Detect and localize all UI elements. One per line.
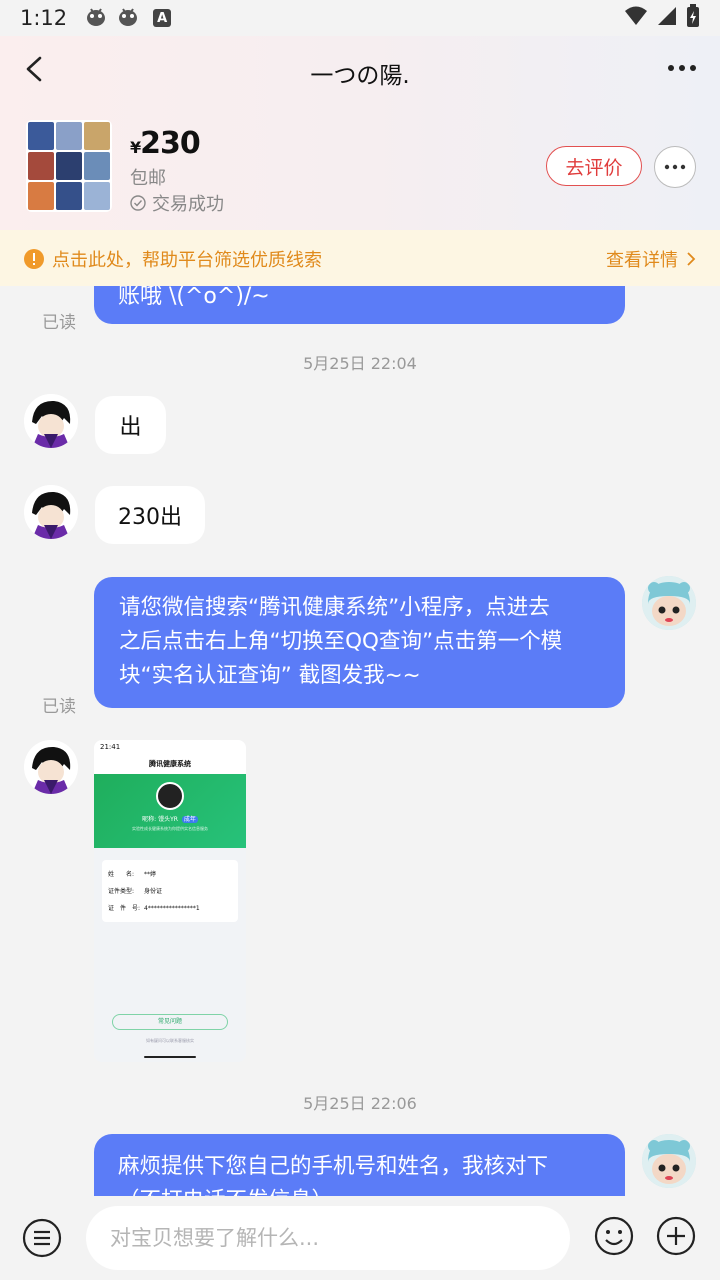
message-input[interactable] (86, 1206, 570, 1270)
message-text: 230出 (118, 505, 182, 530)
message-bubble-in[interactable]: 230出 (95, 486, 205, 544)
more-icon[interactable] (666, 58, 698, 78)
image-home-indicator (144, 1056, 196, 1058)
image-title: 腾讯健康系统 (149, 760, 191, 768)
message-line: 之后点击右上角“切换至QQ查询”点击第一个模 (119, 629, 563, 654)
image-nickname: 昵称: 馒头YR 成年 (142, 816, 198, 823)
image-message[interactable]: 21:41 腾讯健康系统 昵称: 馒头YR 成年 实验性成长健康系统为你提供实名… (94, 740, 246, 1062)
status-time: 1:12 (20, 6, 68, 30)
chevron-right-icon (687, 252, 696, 266)
message-text: 账哦 \(^o^)/~ (118, 286, 270, 309)
message-bubble-out[interactable]: 麻烦提供下您自己的手机号和姓名，我核对下 （不打电话不发信息） (94, 1134, 625, 1196)
deal-status: 交易成功 (130, 190, 224, 216)
avatar[interactable] (24, 394, 78, 448)
nav-bar: 一つの陽. (0, 36, 720, 102)
image-time: 21:41 (100, 743, 121, 751)
rate-button[interactable]: 去评价 (546, 146, 642, 186)
notice-text: 点击此处，帮助平台筛选优质线索 (52, 250, 322, 271)
read-status: 已读 (42, 313, 76, 333)
timestamp: 5月25日 22:04 (303, 354, 417, 373)
notice-detail-link[interactable]: 查看详情 (606, 246, 696, 272)
warning-icon (24, 249, 44, 269)
avatar[interactable] (642, 1134, 696, 1188)
message-text: 出 (119, 415, 142, 440)
battery-icon (686, 4, 700, 32)
image-faq-button: 常见问题 (112, 1014, 228, 1030)
emoji-icon[interactable] (594, 1216, 634, 1256)
goods-price: ¥230 (130, 126, 201, 161)
image-info-card: 姓 名: **婷 证件类型: 身份证 证 件 号: 4****************… (102, 860, 238, 922)
page-title: 一つの陽. (310, 63, 410, 89)
image-status-bar: 21:41 (94, 740, 246, 754)
avatar[interactable] (642, 576, 696, 630)
message-bubble-in[interactable]: 出 (95, 396, 166, 454)
image-footer: 如有疑问可以联系客服核实 (146, 1038, 194, 1043)
notice-bar[interactable]: 点击此处，帮助平台筛选优质线索 查看详情 (0, 230, 720, 286)
image-avatar (156, 782, 184, 810)
message-line: 请您微信搜索“腾讯健康系统”小程序，点进去 (119, 595, 550, 620)
wifi-icon (624, 5, 648, 31)
keyboard-a-icon: A (153, 9, 172, 27)
avatar[interactable] (24, 485, 78, 539)
status-bar: 1:12 A (0, 0, 720, 36)
message-line: （不打电话不发信息） (118, 1184, 601, 1196)
bug-icon (85, 5, 107, 31)
image-title-bar: 腾讯健康系统 (94, 754, 246, 774)
image-row: 证件类型: 身份证 (108, 888, 163, 895)
goods-thumbnail[interactable] (26, 120, 112, 212)
check-circle-icon (130, 195, 146, 211)
image-row: 证 件 号: 4****************1 (108, 905, 200, 912)
image-row: 姓 名: **婷 (108, 871, 157, 878)
more-icon (664, 164, 686, 170)
goods-card[interactable]: ¥230 包邮 交易成功 去评价 (0, 102, 720, 230)
notice-link-label: 查看详情 (606, 250, 678, 271)
input-bar (0, 1196, 720, 1280)
avatar[interactable] (24, 740, 78, 794)
message-line: 块“实名认证查询” 截图发我~~ (119, 663, 421, 688)
goods-more-button[interactable] (654, 146, 696, 188)
bug-icon (117, 5, 139, 31)
plus-icon[interactable] (656, 1216, 696, 1256)
message-line: 麻烦提供下您自己的手机号和姓名，我核对下 (118, 1154, 549, 1179)
message-bubble-out[interactable]: 账哦 \(^o^)/~ (94, 286, 625, 324)
chat-list[interactable]: 账哦 \(^o^)/~ 已读 5月25日 22:04 出 230出 请您微信搜索… (0, 286, 720, 1196)
image-banner: 昵称: 馒头YR 成年 实验性成长健康系统为你提供实名信息服务 (94, 774, 246, 848)
deal-status-text: 交易成功 (152, 194, 224, 215)
timestamp: 5月25日 22:06 (303, 1094, 417, 1113)
conversation-header: 一つの陽. ¥230 包邮 交易成功 去评价 (0, 36, 720, 230)
shipping-label: 包邮 (130, 168, 166, 189)
menu-icon[interactable] (22, 1218, 62, 1258)
signal-icon (656, 5, 678, 31)
read-status: 已读 (42, 697, 76, 717)
image-subtitle: 实验性成长健康系统为你提供实名信息服务 (132, 826, 208, 831)
message-bubble-out[interactable]: 请您微信搜索“腾讯健康系统”小程序，点进去 之后点击右上角“切换至QQ查询”点击… (94, 577, 625, 708)
